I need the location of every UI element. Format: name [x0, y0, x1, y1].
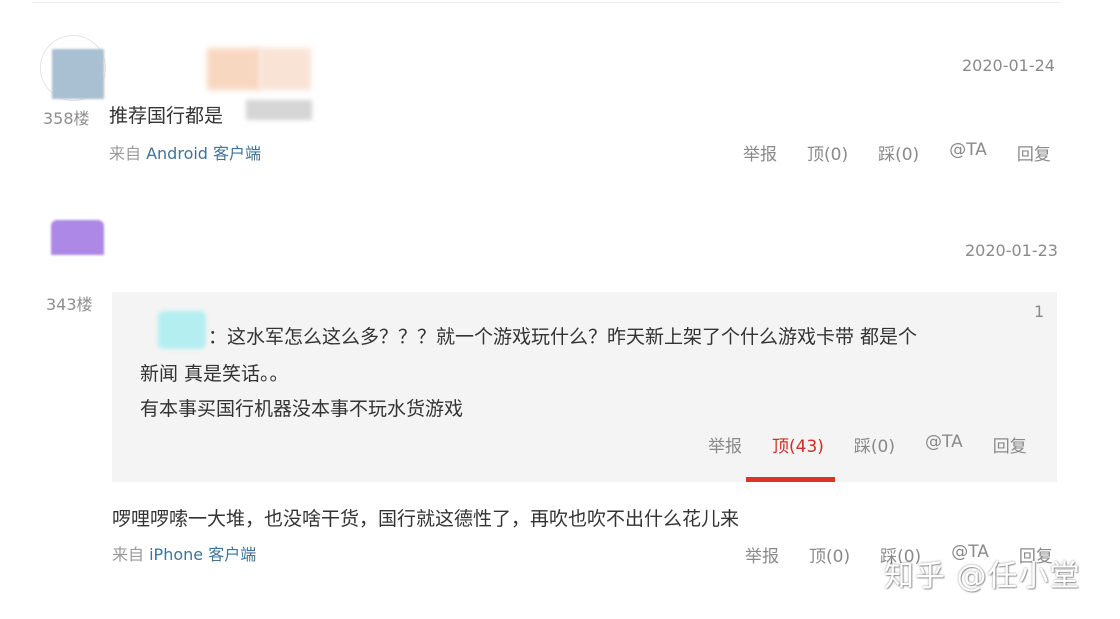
- quoted-username-blurred[interactable]: [158, 311, 206, 349]
- source-prefix: 来自: [112, 545, 150, 564]
- post-date: 2020-01-23: [965, 241, 1058, 260]
- source-client-link[interactable]: iPhone 客户端: [149, 545, 256, 564]
- quote-text-line: 有本事买国行机器没本事不玩水货游戏: [140, 398, 464, 420]
- reply-button[interactable]: 回复: [993, 432, 1027, 457]
- downvote-button[interactable]: 踩(0): [878, 140, 919, 165]
- post-source: 来自 Android 客户端: [109, 140, 261, 164]
- watermark: 知乎 @任小堂: [884, 559, 1081, 594]
- report-button[interactable]: 举报: [743, 140, 777, 165]
- post-content: 啰哩啰嗦一大堆，也没啥干货，国行就这德性了，再吹也吹不出什么花儿来: [112, 508, 740, 530]
- floor-number: 343楼: [46, 295, 93, 314]
- reply-button[interactable]: 回复: [1017, 140, 1051, 165]
- post-source: 来自 iPhone 客户端: [112, 541, 256, 565]
- avatar[interactable]: [52, 49, 104, 99]
- censored-text: [246, 100, 312, 120]
- post-content: 推荐国行都是: [109, 105, 224, 127]
- report-button[interactable]: 举报: [708, 432, 742, 457]
- mention-button[interactable]: @TA: [949, 140, 987, 165]
- post-date: 2020-01-24: [962, 56, 1055, 75]
- quote-index: 1: [1034, 302, 1045, 321]
- quote-text-line: 新闻 真是笑话。。: [140, 363, 289, 385]
- mention-button[interactable]: @TA: [925, 432, 963, 457]
- report-button[interactable]: 举报: [745, 542, 779, 567]
- upvote-button[interactable]: 顶(43): [772, 432, 824, 457]
- top-divider: [32, 2, 1060, 3]
- upvote-button[interactable]: 顶(0): [807, 140, 848, 165]
- username-blurred[interactable]: [207, 48, 261, 90]
- source-prefix: 来自: [109, 144, 147, 163]
- source-client-link[interactable]: Android 客户端: [146, 144, 261, 163]
- quote-text-line: ：这水军怎么这么多？？？就一个游戏玩什么？昨天新上架了个什么游戏卡带 都是个: [208, 326, 918, 348]
- upvote-button[interactable]: 顶(0): [809, 542, 850, 567]
- floor-number: 358楼: [43, 109, 90, 128]
- downvote-button[interactable]: 踩(0): [854, 432, 895, 457]
- active-upvote-underline: [746, 477, 835, 482]
- avatar[interactable]: [51, 220, 104, 255]
- username-blurred-part: [259, 48, 311, 90]
- post-actions: 举报 顶(0) 踩(0) @TA 回复: [743, 140, 1051, 165]
- quote-actions: 举报 顶(43) 踩(0) @TA 回复: [708, 432, 1027, 457]
